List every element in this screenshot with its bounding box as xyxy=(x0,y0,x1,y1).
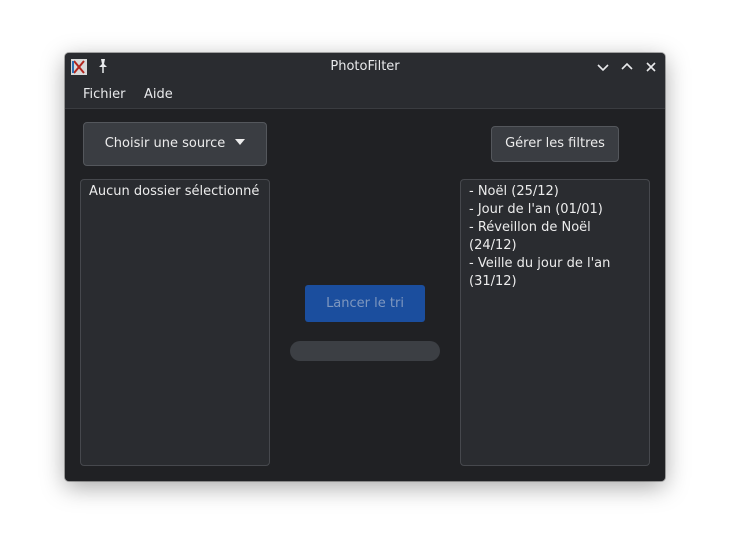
close-icon[interactable] xyxy=(643,59,659,75)
menu-aide[interactable]: Aide xyxy=(144,81,173,108)
title-bar: PhotoFilter xyxy=(65,53,665,81)
app-window: PhotoFilter Fichier Aide Choisir une sou… xyxy=(65,53,665,481)
chevron-down-icon[interactable] xyxy=(595,59,611,75)
choose-source-button[interactable]: Choisir une source xyxy=(83,122,267,166)
filters-list-panel[interactable]: - Noël (25/12) - Jour de l'an (01/01) - … xyxy=(460,179,650,466)
chevron-up-icon[interactable] xyxy=(619,59,635,75)
progress-bar xyxy=(290,341,440,361)
menu-fichier[interactable]: Fichier xyxy=(83,81,126,108)
window-title: PhotoFilter xyxy=(330,59,400,74)
main-content: Choisir une source Gérer les filtres Auc… xyxy=(65,109,665,481)
choose-source-label: Choisir une source xyxy=(104,136,226,151)
source-status-text: Aucun dossier sélectionné xyxy=(89,184,260,199)
menu-bar: Fichier Aide xyxy=(65,81,665,109)
run-sort-button[interactable]: Lancer le tri xyxy=(305,285,425,322)
filter-item: - Noël (25/12) xyxy=(469,184,559,199)
source-folder-panel[interactable]: Aucun dossier sélectionné xyxy=(80,179,270,466)
filter-item: - Veille du jour de l'an (31/12) xyxy=(469,256,611,289)
filter-item: - Jour de l'an (01/01) xyxy=(469,202,603,217)
filter-item: - Réveillon de Noël (24/12) xyxy=(469,220,591,253)
manage-filters-button[interactable]: Gérer les filtres xyxy=(491,126,619,162)
caret-down-icon xyxy=(235,139,246,145)
